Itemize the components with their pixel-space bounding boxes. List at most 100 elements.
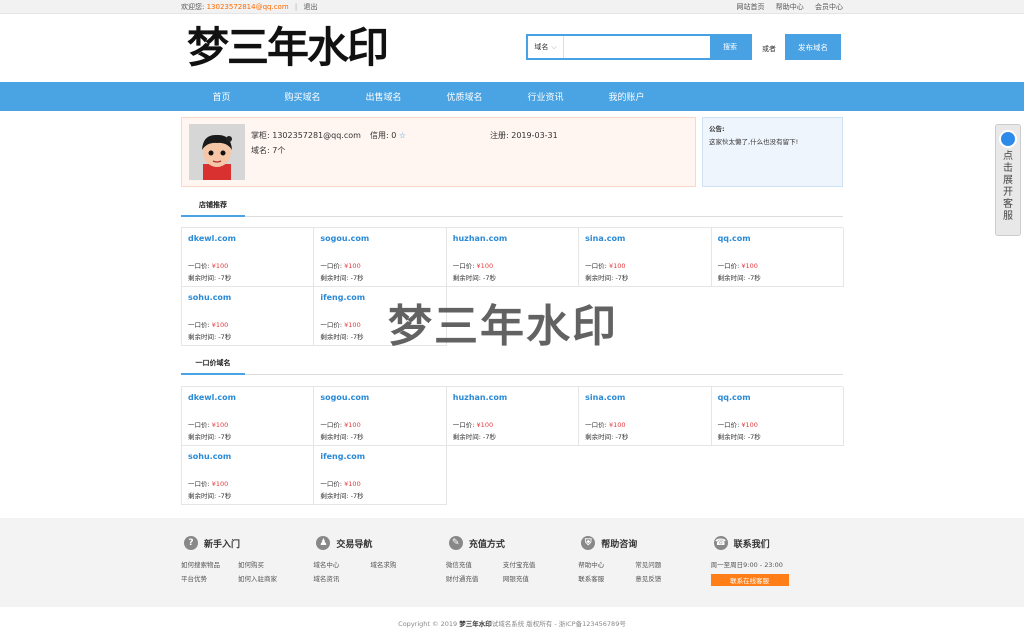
time-left: 剩余时间: -7秒 bbox=[717, 433, 761, 441]
price-row: 一口价: ¥100 bbox=[188, 419, 228, 429]
footer-col-recharge: ✎ 充值方式 微信充值 支付宝充值 财付通充值 网银充值 bbox=[446, 518, 578, 607]
copyright-prefix: Copyright © 2019 bbox=[398, 620, 460, 628]
top-link-member[interactable]: 会员中心 bbox=[815, 3, 843, 11]
domain-card: dkewl.com 一口价: ¥100 剩余时间: -7秒 bbox=[182, 387, 315, 446]
search-button[interactable]: 搜索 bbox=[710, 36, 750, 58]
time-left: 剩余时间: -7秒 bbox=[188, 333, 232, 341]
domain-link[interactable]: sohu.com bbox=[188, 293, 307, 302]
domain-link[interactable]: sohu.com bbox=[188, 452, 307, 461]
footer-col-beginner: ? 新手入门 如何搜索物品 如何购买 平台优势 如何入驻商家 bbox=[181, 518, 313, 607]
domain-link[interactable]: sogou.com bbox=[320, 393, 439, 402]
price-label: 一口价: bbox=[585, 262, 609, 270]
domain-card: qq.com 一口价: ¥100 剩余时间: -7秒 bbox=[711, 228, 844, 287]
search-type-select[interactable]: 域名 ⌵ bbox=[528, 36, 564, 58]
footer-link[interactable]: 域名求购 bbox=[370, 559, 427, 569]
nav-item-account[interactable]: 我的账户 bbox=[586, 90, 667, 103]
footer-heading: ♟ 交易导航 bbox=[313, 536, 445, 550]
price-label: 一口价: bbox=[320, 262, 345, 270]
publish-domain-button[interactable]: 发布域名 bbox=[785, 34, 841, 60]
domain-card: sohu.com 一口价: ¥100 剩余时间: -7秒 bbox=[182, 287, 315, 346]
price-label: 一口价: bbox=[717, 421, 742, 429]
domain-link[interactable]: huzhan.com bbox=[453, 234, 572, 243]
footer-link[interactable]: 联系客服 bbox=[578, 573, 635, 583]
service-hours: 周一至周日9:00 - 23:00 bbox=[710, 561, 783, 569]
time-left: 剩余时间: -7秒 bbox=[717, 274, 761, 282]
domain-link[interactable]: dkewl.com bbox=[188, 234, 307, 243]
nav-item-sell[interactable]: 出售域名 bbox=[343, 90, 424, 103]
copyright: Copyright © 2019 梦三年水印试域名系统 版权所有 - 浙ICP备… bbox=[0, 618, 1024, 628]
footer-link[interactable]: 常见问题 bbox=[635, 559, 692, 569]
footer-link[interactable]: 如何搜索物品 bbox=[181, 559, 238, 569]
time-left: 剩余时间: -7秒 bbox=[320, 492, 364, 500]
logout-link[interactable]: 退出 bbox=[303, 3, 317, 11]
search-input[interactable] bbox=[564, 36, 710, 58]
footer-links: 如何搜索物品 如何购买 平台优势 如何入驻商家 bbox=[181, 559, 313, 583]
nav-item-premium[interactable]: 优质域名 bbox=[424, 90, 505, 103]
top-link-help[interactable]: 帮助中心 bbox=[776, 3, 804, 11]
price-value: ¥100 bbox=[344, 480, 361, 488]
top-bar: 欢迎您: 13023572814@qq.com | 退出 网站首页 帮助中心 会… bbox=[0, 0, 1024, 14]
online-service-button[interactable]: 联系在线客服 bbox=[710, 574, 789, 586]
domain-link[interactable]: qq.com bbox=[718, 234, 837, 243]
footer-link[interactable]: 如何入驻商家 bbox=[238, 573, 295, 583]
side-service-text: 点击展开客服 bbox=[1003, 151, 1013, 222]
tab-recommend[interactable]: 店铺推荐 bbox=[181, 200, 245, 217]
chevron-down-icon: ⌵ bbox=[551, 42, 557, 51]
footer-heading-text: 充值方式 bbox=[468, 539, 505, 550]
credit-info: 信用: 0 ☆ bbox=[370, 130, 406, 141]
footer-link[interactable]: 域名资讯 bbox=[313, 573, 370, 583]
footer-links: 帮助中心 常见问题 联系客服 意见反馈 bbox=[578, 559, 710, 583]
site-logo[interactable]: 梦三年水印 bbox=[187, 22, 389, 74]
footer-heading-text: 联系我们 bbox=[733, 539, 770, 550]
seller-email: 1302357281@qq.com bbox=[272, 131, 361, 140]
user-email-link[interactable]: 13023572814@qq.com bbox=[207, 3, 289, 11]
footer-link[interactable]: 意见反馈 bbox=[635, 573, 692, 583]
price-value: ¥100 bbox=[608, 421, 626, 429]
domain-count: 域名: 7个 bbox=[251, 146, 286, 155]
price-value: ¥100 bbox=[476, 262, 494, 270]
footer-link[interactable]: 如何购买 bbox=[238, 559, 295, 569]
domain-card: sina.com 一口价: ¥100 剩余时间: -7秒 bbox=[579, 228, 712, 287]
price-label: 一口价: bbox=[585, 421, 609, 429]
footer-link[interactable]: 微信充值 bbox=[446, 559, 503, 569]
domain-link[interactable]: qq.com bbox=[718, 393, 837, 402]
footer-link[interactable]: 财付通充值 bbox=[446, 573, 503, 583]
avatar bbox=[189, 124, 245, 180]
domain-card: sogou.com 一口价: ¥100 剩余时间: -7秒 bbox=[314, 387, 447, 446]
footer-heading-text: 新手入门 bbox=[204, 539, 241, 550]
footer-heading: ? 新手入门 bbox=[181, 536, 313, 550]
price-row: 一口价: ¥100 bbox=[188, 260, 228, 270]
price-label: 一口价: bbox=[452, 262, 477, 270]
price-value: ¥100 bbox=[211, 421, 229, 429]
search-type-label: 域名 bbox=[534, 43, 549, 51]
domain-card: huzhan.com 一口价: ¥100 剩余时间: -7秒 bbox=[446, 228, 580, 287]
domain-link[interactable]: sina.com bbox=[585, 234, 704, 243]
register-date: 注册: 2019-03-31 bbox=[490, 131, 558, 140]
domain-link[interactable]: ifeng.com bbox=[320, 293, 439, 302]
footer-heading-text: 交易导航 bbox=[336, 539, 373, 550]
price-row: 一口价: ¥100 bbox=[188, 319, 228, 329]
nav-item-news[interactable]: 行业资讯 bbox=[505, 90, 586, 103]
main-nav: 首页 购买域名 出售域名 优质域名 行业资讯 我的账户 bbox=[0, 82, 1024, 111]
side-service-tab[interactable]: 点击展开客服 bbox=[995, 124, 1021, 236]
domain-card: sina.com 一口价: ¥100 剩余时间: -7秒 bbox=[579, 387, 712, 446]
domain-card: ifeng.com 一口价: ¥100 剩余时间: -7秒 bbox=[314, 446, 447, 505]
footer-col-trade: ♟ 交易导航 域名中心 域名求购 域名资讯 bbox=[313, 518, 445, 607]
price-label: 一口价: bbox=[188, 321, 212, 329]
footer-heading: ☎ 联系我们 bbox=[711, 536, 843, 550]
domain-link[interactable]: dkewl.com bbox=[188, 393, 307, 402]
footer-link[interactable]: 帮助中心 bbox=[578, 559, 635, 569]
tab-fixed-price[interactable]: 一口价域名 bbox=[181, 358, 245, 375]
nav-item-buy[interactable]: 购买域名 bbox=[262, 90, 343, 103]
footer-link[interactable]: 平台优势 bbox=[181, 573, 238, 583]
nav-item-home[interactable]: 首页 bbox=[181, 90, 262, 103]
domain-link[interactable]: sina.com bbox=[585, 393, 704, 402]
domain-link[interactable]: ifeng.com bbox=[320, 452, 439, 461]
footer-link[interactable]: 支付宝充值 bbox=[503, 559, 560, 569]
shop-profile: 掌柜: 1302357281@qq.com 信用: 0 ☆ 注册: 2019-0… bbox=[181, 117, 696, 187]
footer-link[interactable]: 网银充值 bbox=[503, 573, 560, 583]
footer-link[interactable]: 域名中心 bbox=[313, 559, 370, 569]
domain-link[interactable]: huzhan.com bbox=[453, 393, 572, 402]
domain-link[interactable]: sogou.com bbox=[320, 234, 439, 243]
top-link-home[interactable]: 网站首页 bbox=[737, 3, 765, 11]
